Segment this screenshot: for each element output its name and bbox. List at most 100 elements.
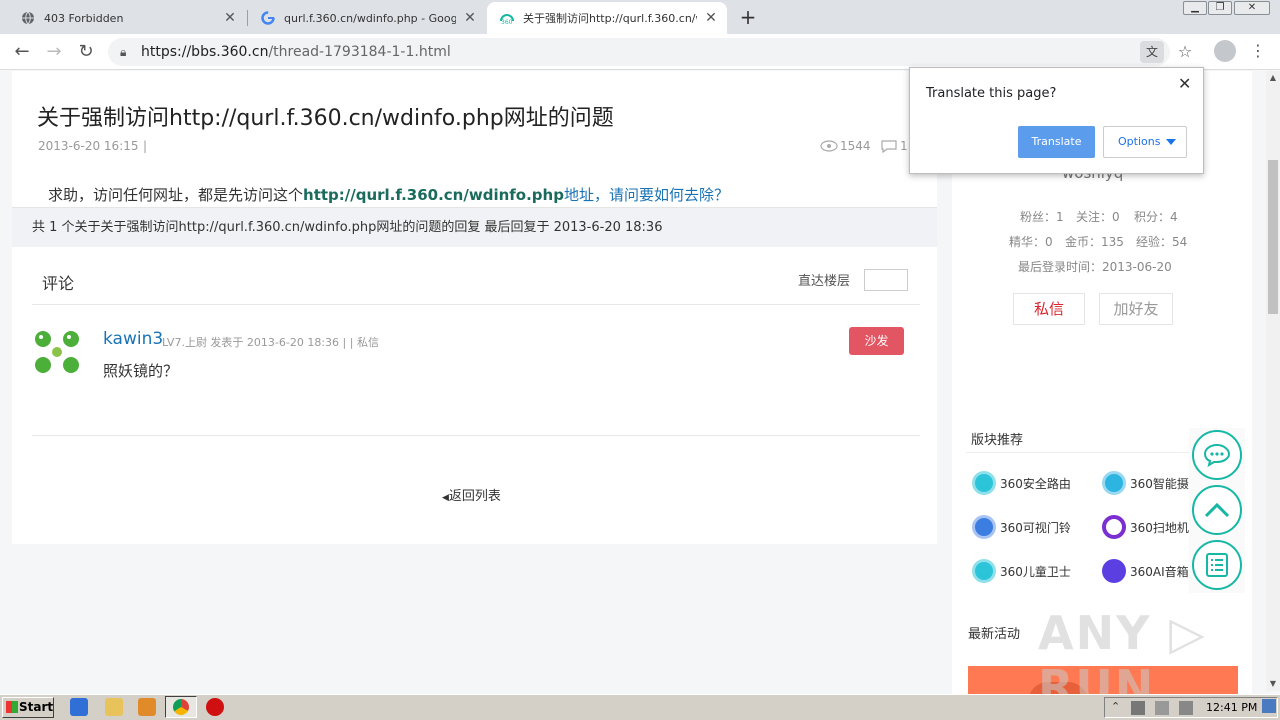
address-bar[interactable]: 🔒︎ https://bbs.360.cn/thread-1793184-1-1… bbox=[108, 38, 1192, 66]
view-count-value: 1544 bbox=[840, 139, 871, 153]
router-icon bbox=[972, 471, 996, 495]
commenter-name[interactable]: kawin3 bbox=[103, 329, 163, 349]
chevron-up-icon bbox=[1204, 502, 1230, 518]
reload-icon[interactable]: ↻ bbox=[74, 40, 98, 64]
network-icon[interactable] bbox=[1131, 701, 1145, 715]
browser-toolbar: ← → ↻ 🔒︎ https://bbs.360.cn/thread-17931… bbox=[0, 34, 1280, 70]
stat-coins: 金币：135 bbox=[1065, 235, 1124, 249]
tray-arrow-icon[interactable]: ⌃ bbox=[1111, 700, 1120, 713]
tab-google-search[interactable]: qurl.f.360.cn/wdinfo.php - Google Se ✕ bbox=[248, 2, 486, 34]
board-label: 360AI音箱 bbox=[1130, 564, 1189, 579]
post-card bbox=[12, 71, 937, 544]
back-arrow-icon[interactable]: ← bbox=[10, 40, 34, 64]
board-label: 360智能摄像 bbox=[1130, 476, 1192, 491]
profile-avatar-icon[interactable] bbox=[1214, 40, 1236, 62]
jump-floor-input[interactable] bbox=[864, 269, 908, 291]
reply-count-value: 1 bbox=[900, 139, 908, 153]
url-path: /thread-1793184-1-1.html bbox=[268, 44, 451, 60]
board-label: 360可视门铃 bbox=[1000, 520, 1071, 535]
back-to-list-link[interactable]: ◀返回列表 bbox=[442, 485, 501, 504]
board-label: 360扫地机器 bbox=[1130, 520, 1192, 535]
new-tab-button[interactable]: + bbox=[738, 6, 758, 28]
stat-essence: 精华：0 bbox=[1009, 235, 1053, 249]
volume-icon[interactable] bbox=[1155, 701, 1169, 715]
tab-403-forbidden[interactable]: 403 Forbidden ✕ bbox=[8, 2, 246, 34]
caret-left-icon: ◀ bbox=[442, 493, 449, 503]
close-icon[interactable]: ✕ bbox=[1178, 74, 1191, 93]
last-login: 最后登录时间：2013-06-20 bbox=[1018, 260, 1172, 274]
private-message-button[interactable]: 私信 bbox=[1013, 293, 1085, 325]
media-player-icon[interactable] bbox=[138, 698, 156, 716]
stat-experience: 经验：54 bbox=[1136, 235, 1188, 249]
svg-text:360: 360 bbox=[501, 19, 513, 25]
board-item[interactable]: 360扫地机器 bbox=[1102, 515, 1192, 539]
divider bbox=[32, 304, 920, 305]
post-body-link[interactable]: http://qurl.f.360.cn/wdinfo.php bbox=[303, 186, 564, 204]
chrome-icon bbox=[173, 699, 189, 715]
ie-icon[interactable] bbox=[70, 698, 88, 716]
scrollbar-thumb[interactable] bbox=[1268, 160, 1278, 314]
lock-icon: 🔒︎ bbox=[120, 45, 127, 59]
comment-meta: LV7.上尉 发表于 2013-6-20 18:36 | | 私信 bbox=[162, 336, 379, 349]
tab-360-thread[interactable]: 360 关于强制访问http://qurl.f.360.cn/w ✕ bbox=[487, 2, 727, 34]
stat-points: 积分：4 bbox=[1134, 210, 1178, 224]
url-text: https://bbs.360.cn/thread-1793184-1-1.ht… bbox=[141, 38, 451, 66]
360-icon: 360 bbox=[499, 10, 515, 26]
start-button[interactable]: Start bbox=[2, 697, 54, 718]
star-icon[interactable]: ☆ bbox=[1174, 38, 1196, 66]
stat-fans: 粉丝：1 bbox=[1020, 210, 1064, 224]
translate-popup-title: Translate this page? bbox=[926, 86, 1057, 101]
scroll-up-icon[interactable]: ▲ bbox=[1266, 71, 1280, 85]
post-list-button[interactable] bbox=[1192, 540, 1242, 590]
translate-icon[interactable]: 文 bbox=[1140, 41, 1164, 63]
post-meta-separator: | bbox=[143, 139, 148, 153]
board-label: 360安全路由 bbox=[1000, 476, 1071, 491]
jump-floor-label: 直达楼层 bbox=[798, 274, 851, 289]
back-to-list-label: 返回列表 bbox=[448, 489, 501, 504]
post-title: 关于强制访问http://qurl.f.360.cn/wdinfo.php网址的… bbox=[37, 106, 614, 131]
close-tab-icon[interactable]: ✕ bbox=[703, 10, 719, 26]
close-tab-icon[interactable]: ✕ bbox=[462, 10, 478, 26]
list-icon bbox=[1206, 553, 1228, 577]
post-body-prefix: 求助，访问任何网址，都是先访问这个 bbox=[48, 186, 304, 204]
tab-title: 关于强制访问http://qurl.f.360.cn/w bbox=[523, 12, 697, 25]
restore-button[interactable]: ❐ bbox=[1208, 1, 1232, 15]
caret-down-icon bbox=[1166, 139, 1176, 145]
view-count: 1544 bbox=[820, 139, 871, 153]
folder-icon[interactable] bbox=[105, 698, 123, 716]
close-window-button[interactable]: ✕ bbox=[1234, 1, 1270, 15]
board-label: 360儿童卫士 bbox=[1000, 564, 1071, 579]
minimize-button[interactable]: ▁ bbox=[1183, 1, 1207, 15]
board-item[interactable]: 360可视门铃 bbox=[972, 515, 1092, 539]
comments-heading: 评论 bbox=[42, 274, 75, 293]
start-label: Start bbox=[19, 700, 54, 714]
google-icon bbox=[260, 10, 276, 26]
close-tab-icon[interactable]: ✕ bbox=[222, 10, 238, 26]
feedback-chat-button[interactable] bbox=[1192, 430, 1242, 480]
board-item[interactable]: 360安全路由 bbox=[972, 471, 1092, 495]
reply-count: 1 bbox=[880, 139, 908, 153]
kids-watch-icon bbox=[972, 559, 996, 583]
options-dropdown[interactable]: Options bbox=[1103, 126, 1187, 158]
windows-logo-icon bbox=[6, 701, 18, 713]
divider bbox=[32, 435, 920, 436]
post-date: 2013-6-20 16:15 bbox=[38, 139, 139, 153]
board-item[interactable]: 360AI音箱 bbox=[1102, 559, 1192, 583]
commenter-avatar[interactable] bbox=[33, 325, 83, 379]
back-to-top-button[interactable] bbox=[1192, 485, 1242, 535]
chat-bubble-icon bbox=[1203, 443, 1231, 467]
board-item[interactable]: 360智能摄像 bbox=[1102, 471, 1192, 495]
show-desktop-icon[interactable] bbox=[1262, 699, 1276, 713]
forward-arrow-icon[interactable]: → bbox=[42, 40, 66, 64]
options-label: Options bbox=[1118, 135, 1161, 148]
url-host: https://bbs.360.cn bbox=[141, 44, 269, 60]
kebab-menu-icon[interactable]: ⋮ bbox=[1250, 40, 1266, 62]
doorbell-icon bbox=[972, 515, 996, 539]
taskbar-chrome-button[interactable] bbox=[165, 696, 197, 718]
board-item[interactable]: 360儿童卫士 bbox=[972, 559, 1092, 583]
post-body: 求助，访问任何网址，都是先访问这个http://qurl.f.360.cn/wd… bbox=[48, 184, 729, 205]
translate-button[interactable]: Translate bbox=[1018, 126, 1095, 158]
add-friend-button[interactable]: 加好友 bbox=[1099, 293, 1173, 325]
flag-icon[interactable] bbox=[1179, 701, 1193, 715]
stop-icon[interactable] bbox=[206, 698, 224, 716]
